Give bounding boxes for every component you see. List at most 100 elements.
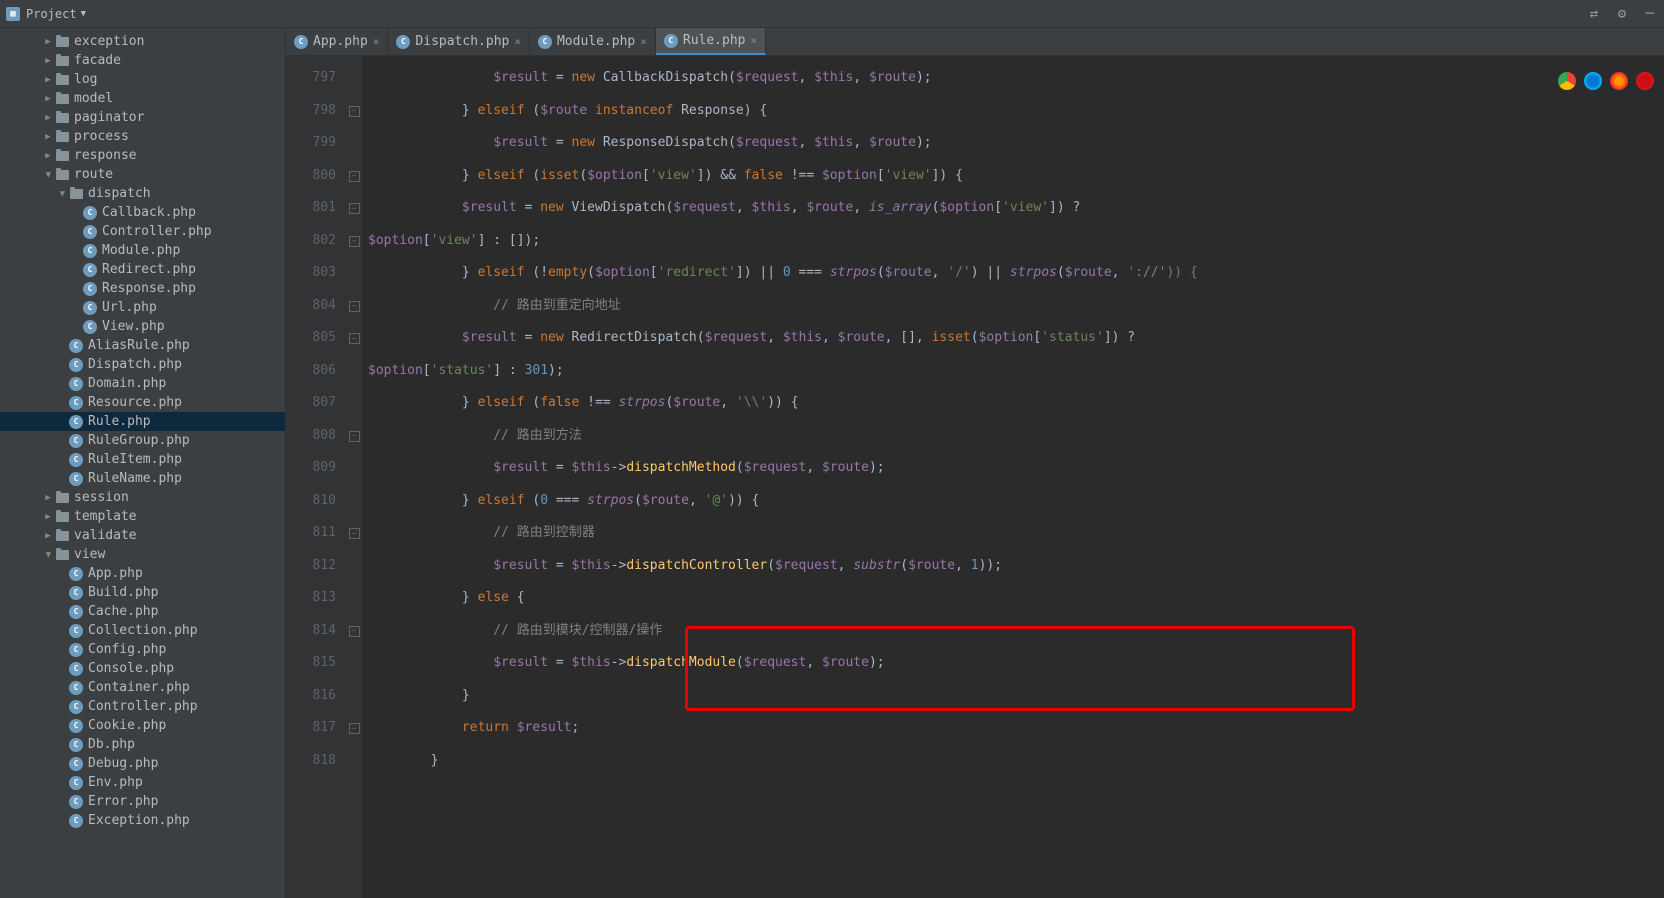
tree-item-console-php[interactable]: CConsole.php — [0, 659, 285, 678]
tree-item-domain-php[interactable]: CDomain.php — [0, 374, 285, 393]
tree-item-build-php[interactable]: CBuild.php — [0, 583, 285, 602]
tree-item-env-php[interactable]: CEnv.php — [0, 773, 285, 792]
php-file-icon: C — [83, 225, 97, 239]
tree-item-debug-php[interactable]: CDebug.php — [0, 754, 285, 773]
tree-item-template[interactable]: ▶template — [0, 507, 285, 526]
tree-item-view-php[interactable]: CView.php — [0, 317, 285, 336]
tree-item-config-php[interactable]: CConfig.php — [0, 640, 285, 659]
tree-item-rule-php[interactable]: CRule.php — [0, 412, 285, 431]
tree-item-response[interactable]: ▶response — [0, 146, 285, 165]
project-icon: ▦ — [6, 7, 20, 21]
fold-marker[interactable]: − — [349, 203, 360, 214]
tree-item-dispatch[interactable]: ▶dispatch — [0, 184, 285, 203]
close-icon[interactable]: × — [640, 35, 647, 48]
folder-icon — [56, 493, 69, 503]
tree-item-controller-php[interactable]: CController.php — [0, 222, 285, 241]
editor-tabs: CApp.php×CDispatch.php×CModule.php×CRule… — [286, 28, 1664, 56]
php-file-icon: C — [69, 643, 83, 657]
fold-marker[interactable]: − — [349, 106, 360, 117]
php-file-icon: C — [69, 453, 83, 467]
php-file-icon: C — [69, 795, 83, 809]
php-file-icon: C — [69, 662, 83, 676]
tree-item-validate[interactable]: ▶validate — [0, 526, 285, 545]
tab-rule[interactable]: CRule.php× — [656, 28, 766, 55]
tree-item-collection-php[interactable]: CCollection.php — [0, 621, 285, 640]
tree-item-model[interactable]: ▶model — [0, 89, 285, 108]
fold-marker[interactable]: − — [349, 431, 360, 442]
tree-item-module-php[interactable]: CModule.php — [0, 241, 285, 260]
tree-item-rulename-php[interactable]: CRuleName.php — [0, 469, 285, 488]
tree-item-exception[interactable]: ▶exception — [0, 32, 285, 51]
php-file-icon: C — [396, 35, 410, 49]
tree-item-db-php[interactable]: CDb.php — [0, 735, 285, 754]
collapse-icon[interactable]: ─ — [1642, 6, 1658, 22]
gear-icon[interactable]: ⚙ — [1614, 6, 1630, 22]
tree-item-app-php[interactable]: CApp.php — [0, 564, 285, 583]
tree-item-process[interactable]: ▶process — [0, 127, 285, 146]
folder-icon — [56, 512, 69, 522]
code-content[interactable]: $result = new CallbackDispatch($request,… — [362, 56, 1664, 898]
fold-marker[interactable]: − — [349, 333, 360, 344]
edge-icon[interactable] — [1584, 72, 1602, 90]
tree-item-url-php[interactable]: CUrl.php — [0, 298, 285, 317]
tab-module[interactable]: CModule.php× — [530, 28, 656, 55]
tree-item-cookie-php[interactable]: CCookie.php — [0, 716, 285, 735]
php-file-icon: C — [69, 738, 83, 752]
tab-app[interactable]: CApp.php× — [286, 28, 388, 55]
folder-icon — [56, 37, 69, 47]
tree-item-response-php[interactable]: CResponse.php — [0, 279, 285, 298]
php-file-icon: C — [69, 776, 83, 790]
folder-icon — [56, 550, 69, 560]
tree-item-cache-php[interactable]: CCache.php — [0, 602, 285, 621]
tree-item-session[interactable]: ▶session — [0, 488, 285, 507]
fold-marker[interactable]: − — [349, 528, 360, 539]
tree-item-rulegroup-php[interactable]: CRuleGroup.php — [0, 431, 285, 450]
folder-icon — [56, 170, 69, 180]
tree-item-exception-php[interactable]: CException.php — [0, 811, 285, 830]
php-file-icon: C — [69, 358, 83, 372]
tree-item-redirect-php[interactable]: CRedirect.php — [0, 260, 285, 279]
tab-dispatch[interactable]: CDispatch.php× — [388, 28, 530, 55]
php-file-icon: C — [69, 757, 83, 771]
opera-icon[interactable] — [1636, 72, 1654, 90]
folder-icon — [56, 75, 69, 85]
fold-marker[interactable]: − — [349, 171, 360, 182]
toolbar: ▦ Project ▼ ⇄ ⚙ ─ — [0, 0, 1664, 28]
tree-item-view[interactable]: ▶view — [0, 545, 285, 564]
close-icon[interactable]: × — [514, 35, 521, 48]
firefox-icon[interactable] — [1610, 72, 1628, 90]
tree-item-route[interactable]: ▶route — [0, 165, 285, 184]
php-file-icon: C — [83, 206, 97, 220]
php-file-icon: C — [664, 34, 678, 48]
close-icon[interactable]: × — [751, 34, 758, 47]
tree-item-resource-php[interactable]: CResource.php — [0, 393, 285, 412]
tree-item-paginator[interactable]: ▶paginator — [0, 108, 285, 127]
fold-marker[interactable]: − — [349, 301, 360, 312]
php-file-icon: C — [69, 681, 83, 695]
php-file-icon: C — [69, 415, 83, 429]
project-dropdown[interactable]: Project — [26, 7, 77, 21]
php-file-icon: C — [69, 472, 83, 486]
tree-item-ruleitem-php[interactable]: CRuleItem.php — [0, 450, 285, 469]
tree-item-dispatch-php[interactable]: CDispatch.php — [0, 355, 285, 374]
close-icon[interactable]: × — [373, 35, 380, 48]
folder-icon — [56, 94, 69, 104]
fold-marker[interactable]: − — [349, 723, 360, 734]
tree-item-container-php[interactable]: CContainer.php — [0, 678, 285, 697]
folder-icon — [56, 132, 69, 142]
folder-icon — [56, 113, 69, 123]
tree-item-error-php[interactable]: CError.php — [0, 792, 285, 811]
chrome-icon[interactable] — [1558, 72, 1576, 90]
php-file-icon: C — [69, 719, 83, 733]
php-file-icon: C — [69, 434, 83, 448]
open-in-browser — [1558, 72, 1654, 90]
tree-item-controller-php[interactable]: CController.php — [0, 697, 285, 716]
php-file-icon: C — [69, 377, 83, 391]
tree-item-aliasrule-php[interactable]: CAliasRule.php — [0, 336, 285, 355]
tree-item-callback-php[interactable]: CCallback.php — [0, 203, 285, 222]
tree-item-facade[interactable]: ▶facade — [0, 51, 285, 70]
fold-marker[interactable]: − — [349, 236, 360, 247]
tree-item-log[interactable]: ▶log — [0, 70, 285, 89]
fold-marker[interactable]: − — [349, 626, 360, 637]
settings-icon[interactable]: ⇄ — [1586, 6, 1602, 22]
